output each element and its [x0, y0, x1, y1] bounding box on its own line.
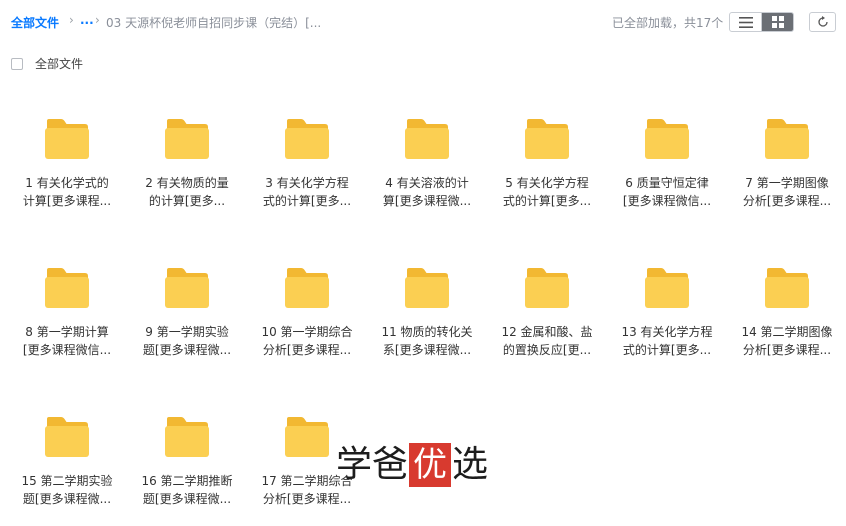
folder-name-line1: 15 第二学期实验: [21, 474, 113, 488]
folder-icon: [165, 268, 209, 308]
folder-name-line2: [更多课程微信...: [22, 342, 112, 357]
watermark-text-1: 学爸: [336, 444, 409, 485]
folder-name-line1: 7 第一学期图像: [745, 176, 829, 190]
folder-name-line2: 题[更多课程微...: [142, 342, 232, 357]
folder-icon: [765, 119, 809, 159]
refresh-icon: [817, 16, 828, 27]
watermark-logo: 学爸 优 选: [336, 443, 488, 487]
chevron-right-icon: ›: [69, 13, 74, 27]
folder-name-line2: 分析[更多课程...: [742, 193, 832, 208]
folder-icon: [165, 417, 209, 457]
folder-name-line2: [更多课程微信...: [622, 193, 712, 208]
chevron-right-icon: ›: [95, 13, 100, 27]
folder-icon: [45, 417, 89, 457]
top-bar: 全部文件 › ... › 03 天源杯倪老师自招同步课（完结）[... 已全部加…: [0, 0, 846, 44]
folder-name-line1: 4 有关溶液的计: [385, 176, 469, 190]
list-view-icon: [738, 16, 753, 28]
folder-icon: [765, 268, 809, 308]
folder-name-line1: 12 金属和酸、盐: [501, 325, 593, 339]
breadcrumb-current: 03 天源杯倪老师自招同步课（完结）[...: [106, 16, 322, 30]
folder-icon: [165, 119, 209, 159]
folder-icon: [405, 119, 449, 159]
watermark-text-2: 选: [452, 444, 489, 485]
grid-view-icon: [771, 16, 784, 28]
folder-name-line2: 式的计算[更多...: [502, 193, 592, 208]
select-all[interactable]: 全部文件: [11, 55, 83, 72]
folder-name-line2: 算[更多课程微...: [382, 193, 472, 208]
folder-name-line2: 题[更多课程微...: [142, 491, 232, 506]
folder-name: 14 第二学期图像 分析[更多课程...: [730, 324, 844, 359]
breadcrumb-root[interactable]: 全部文件: [11, 14, 59, 31]
grid-view-button[interactable]: [761, 13, 793, 31]
breadcrumb-ellipsis[interactable]: ...: [80, 13, 94, 27]
folder-name: 4 有关溶液的计 算[更多课程微...: [370, 175, 484, 210]
folder-icon: [285, 268, 329, 308]
folder-name: 5 有关化学方程 式的计算[更多...: [490, 175, 604, 210]
folder-name: 15 第二学期实验 题[更多课程微...: [10, 473, 124, 508]
folder-name: 8 第一学期计算 [更多课程微信...: [10, 324, 124, 359]
folder-name: 13 有关化学方程 式的计算[更多...: [610, 324, 724, 359]
folder-name: 12 金属和酸、盐 的置换反应[更...: [490, 324, 604, 359]
folder-name: 9 第一学期实验 题[更多课程微...: [130, 324, 244, 359]
folder-name-line1: 1 有关化学式的: [25, 176, 109, 190]
folder-icon: [285, 417, 329, 457]
folder-name-line1: 9 第一学期实验: [145, 325, 229, 339]
folder-name: 11 物质的转化关 系[更多课程微...: [370, 324, 484, 359]
folder-icon: [405, 268, 449, 308]
folder-name: 6 质量守恒定律 [更多课程微信...: [610, 175, 724, 210]
folder-name-line2: 式的计算[更多...: [622, 342, 712, 357]
folder-name: 16 第二学期推断 题[更多课程微...: [130, 473, 244, 508]
folder-name-line1: 14 第二学期图像: [741, 325, 833, 339]
folder-name-line1: 6 质量守恒定律: [625, 176, 709, 190]
folder-name-line2: 系[更多课程微...: [382, 342, 472, 357]
folder-name-line1: 13 有关化学方程: [621, 325, 713, 339]
folder-icon: [525, 268, 569, 308]
folder-name-line2: 分析[更多课程...: [742, 342, 832, 357]
folder-name: 10 第一学期综合 分析[更多课程...: [250, 324, 364, 359]
folder-name-line1: 10 第一学期综合: [261, 325, 353, 339]
load-status: 已全部加载，共17个: [612, 16, 724, 30]
folder-icon: [285, 119, 329, 159]
folder-name-line2: 计算[更多课程...: [22, 193, 112, 208]
folder-name-line1: 8 第一学期计算: [25, 325, 109, 339]
refresh-button[interactable]: [809, 12, 836, 32]
view-toggle: [729, 12, 794, 32]
select-all-checkbox[interactable]: [11, 57, 23, 70]
folder-icon: [645, 268, 689, 308]
folder-name: 1 有关化学式的 计算[更多课程...: [10, 175, 124, 210]
folder-icon: [45, 268, 89, 308]
folder-name-line1: 11 物质的转化关: [381, 325, 473, 339]
folder-name-line1: 5 有关化学方程: [505, 176, 589, 190]
folder-icon: [45, 119, 89, 159]
folder-name-line2: 的计算[更多...: [148, 193, 226, 208]
folder-icon: [645, 119, 689, 159]
list-view-button[interactable]: [730, 13, 761, 31]
watermark-highlight-text: 优: [413, 445, 448, 485]
folder-name: 2 有关物质的量 的计算[更多...: [130, 175, 244, 210]
folder-name-line1: 2 有关物质的量: [145, 176, 229, 190]
folder-name: 3 有关化学方程 式的计算[更多...: [250, 175, 364, 210]
folder-name-line2: 题[更多课程微...: [22, 491, 112, 506]
folder-name-line1: 3 有关化学方程: [265, 176, 349, 190]
folder-name-line1: 16 第二学期推断: [141, 474, 233, 488]
select-all-label: 全部文件: [35, 57, 84, 71]
folder-name-line2: 分析[更多课程...: [262, 342, 352, 357]
watermark-highlight-box: 优: [409, 443, 452, 487]
folder-name-line2: 式的计算[更多...: [262, 193, 352, 208]
folder-icon: [525, 119, 569, 159]
folder-name-line2: 的置换反应[更...: [502, 342, 592, 357]
folder-name-line2: 分析[更多课程...: [262, 491, 352, 506]
folder-name: 7 第一学期图像 分析[更多课程...: [730, 175, 844, 210]
